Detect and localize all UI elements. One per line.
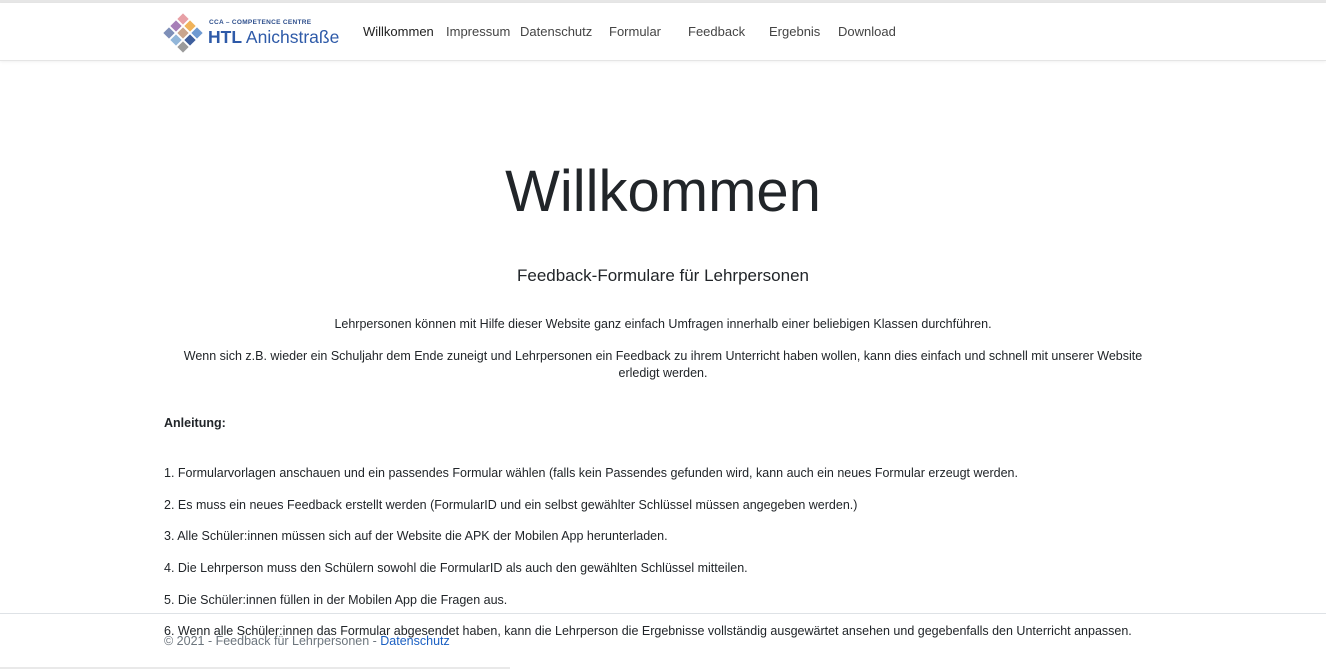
footer-text: © 2021 - Feedback für Lehrpersonen - Dat… (164, 634, 450, 648)
brand-logo[interactable]: CCA – COMPETENCE CENTRE HTL Anichstraße (163, 13, 346, 53)
nav-item-feedback[interactable]: Feedback (688, 24, 745, 39)
footer: © 2021 - Feedback für Lehrpersonen - Dat… (0, 613, 1326, 672)
brand-name: HTL Anichstraße (208, 27, 340, 47)
intro-paragraph-1: Lehrpersonen können mit Hilfe dieser Web… (334, 317, 992, 331)
instruction-step: 1. Formularvorlagen anschauen und ein pa… (164, 466, 1018, 480)
instruction-step: 2. Es muss ein neues Feedback erstellt w… (164, 497, 858, 512)
nav-item-impressum[interactable]: Impressum (446, 24, 510, 39)
intro-paragraph-2: Wenn sich z.B. wieder ein Schuljahr dem … (183, 349, 1143, 380)
nav-item-ergebnis[interactable]: Ergebnis (769, 24, 820, 39)
brand-small-text: CCA – COMPETENCE CENTRE (209, 18, 312, 26)
instruction-step: 3. Alle Schüler:innen müssen sich auf de… (164, 529, 668, 544)
nav-item-datenschutz[interactable]: Datenschutz (520, 24, 592, 39)
logo-diamonds-icon (163, 13, 203, 53)
navbar: CCA – COMPETENCE CENTRE HTL Anichstraße … (0, 3, 1326, 61)
brand-text: CCA – COMPETENCE CENTRE HTL Anichstraße (208, 18, 340, 47)
brand-name-bold: HTL (208, 27, 243, 47)
bottom-divider (0, 667, 510, 669)
footer-datenschutz-link[interactable]: Datenschutz (380, 634, 449, 648)
brand-name-rest: Anichstraße (242, 27, 340, 47)
page-subtitle: Feedback-Formulare für Lehrpersonen (517, 266, 809, 285)
nav-item-willkommen[interactable]: Willkommen (363, 24, 434, 39)
nav-item-formular[interactable]: Formular (609, 24, 661, 39)
nav-item-download[interactable]: Download (838, 24, 896, 39)
footer-copyright: © 2021 - Feedback für Lehrpersonen - (164, 634, 381, 648)
instructions-heading: Anleitung: (164, 416, 226, 430)
page-title: Willkommen (505, 159, 821, 224)
instruction-step: 4. Die Lehrperson muss den Schülern sowo… (164, 561, 748, 576)
